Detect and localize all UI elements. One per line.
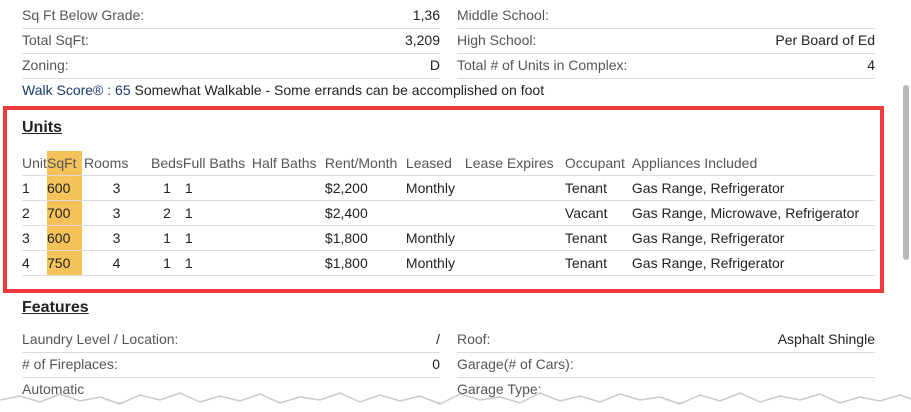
walk-score-link[interactable]: Walk Score® : 65 bbox=[22, 82, 131, 98]
col-header-sqft: SqFt bbox=[47, 151, 82, 176]
units-header-row: Unit SqFt Rooms Beds Full Baths Half Bat… bbox=[22, 151, 875, 176]
scrollbar-thumb[interactable] bbox=[903, 85, 909, 260]
cell-lease-expires bbox=[464, 200, 565, 226]
walk-score: Walk Score® : 65 Somewhat Walkable - Som… bbox=[22, 82, 544, 98]
detail-row: Zoning: D bbox=[22, 53, 440, 79]
feature-label: # of Fireplaces: bbox=[22, 356, 118, 372]
cell-rent: $1,800 bbox=[324, 225, 406, 251]
cell-rooms: 4 bbox=[82, 250, 151, 276]
cell-full-baths: 1 bbox=[182, 200, 252, 226]
torn-edge-top bbox=[0, 0, 911, 7]
cell-occupant: Tenant bbox=[564, 225, 632, 251]
feature-row: # of Fireplaces: 0 bbox=[22, 352, 440, 378]
detail-label: High School: bbox=[457, 32, 537, 48]
col-header-full-baths: Full Baths bbox=[182, 155, 246, 171]
detail-label: Total SqFt: bbox=[22, 32, 89, 48]
feature-label: Garage(# of Cars): bbox=[457, 356, 574, 372]
cell-full-baths: 1 bbox=[182, 175, 252, 201]
detail-label: Zoning: bbox=[22, 57, 69, 73]
cell-sqft: 700 bbox=[47, 200, 82, 226]
cell-rooms: 3 bbox=[82, 175, 151, 201]
cell-leased: Monthly bbox=[405, 225, 465, 251]
cell-unit: 2 bbox=[22, 200, 47, 226]
detail-value: 4 bbox=[867, 57, 875, 73]
cell-unit: 3 bbox=[22, 225, 47, 251]
torn-edge-bottom bbox=[0, 392, 911, 412]
cell-unit: 1 bbox=[22, 175, 47, 201]
cell-sqft: 750 bbox=[47, 250, 82, 276]
units-table: Unit SqFt Rooms Beds Full Baths Half Bat… bbox=[22, 151, 875, 276]
table-row: 3 600 3 1 1 $1,800 Monthly Tenant Gas Ra… bbox=[22, 225, 875, 251]
cell-appliances: Gas Range, Microwave, Refrigerator bbox=[631, 200, 875, 226]
detail-value: Per Board of Ed bbox=[775, 32, 875, 48]
table-row: 4 750 4 1 1 $1,800 Monthly Tenant Gas Ra… bbox=[22, 250, 875, 276]
units-section-title: Units bbox=[22, 119, 62, 136]
cell-appliances: Gas Range, Refrigerator bbox=[631, 250, 875, 276]
col-header-beds: Beds bbox=[151, 155, 183, 171]
feature-label: Laundry Level / Location: bbox=[22, 331, 179, 347]
feature-value: 0 bbox=[432, 356, 440, 372]
detail-value: D bbox=[429, 57, 440, 73]
feature-value: Asphalt Shingle bbox=[777, 331, 875, 347]
cell-occupant: Tenant bbox=[564, 175, 632, 201]
detail-label: Total # of Units in Complex: bbox=[457, 57, 628, 73]
cell-beds: 2 bbox=[151, 200, 183, 226]
cell-rooms: 3 bbox=[82, 225, 151, 251]
cell-occupant: Vacant bbox=[564, 200, 632, 226]
feature-value: / bbox=[436, 331, 440, 347]
detail-row: Total # of Units in Complex: 4 bbox=[457, 53, 875, 79]
cell-rent: $1,800 bbox=[324, 250, 406, 276]
col-header-half-baths: Half Baths bbox=[251, 155, 317, 171]
feature-row: Laundry Level / Location: / bbox=[22, 327, 440, 353]
cell-beds: 1 bbox=[151, 250, 183, 276]
table-row: 1 600 3 1 1 $2,200 Monthly Tenant Gas Ra… bbox=[22, 175, 875, 201]
cell-rent: $2,400 bbox=[324, 200, 406, 226]
cell-beds: 1 bbox=[151, 225, 183, 251]
col-header-rent: Rent/Month bbox=[324, 155, 398, 171]
detail-value: 3,209 bbox=[404, 32, 440, 48]
cell-unit: 4 bbox=[22, 250, 47, 276]
cell-half-baths bbox=[251, 175, 325, 201]
cell-sqft: 600 bbox=[47, 225, 82, 251]
col-header-unit: Unit bbox=[22, 155, 47, 171]
col-header-appliances: Appliances Included bbox=[631, 155, 758, 171]
col-header-leased: Leased bbox=[405, 155, 452, 171]
col-header-rooms: Rooms bbox=[84, 155, 129, 171]
col-header-lease-expires: Lease Expires bbox=[464, 155, 554, 171]
feature-row: Garage(# of Cars): bbox=[457, 352, 875, 378]
cell-sqft: 600 bbox=[47, 175, 82, 201]
cell-half-baths bbox=[251, 225, 325, 251]
detail-row: Total SqFt: 3,209 bbox=[22, 28, 440, 54]
cell-appliances: Gas Range, Refrigerator bbox=[631, 175, 875, 201]
cell-leased bbox=[405, 200, 465, 226]
table-row: 2 700 3 2 1 $2,400 Vacant Gas Range, Mic… bbox=[22, 200, 875, 226]
listing-details-page: Sq Ft Below Grade: 1,36 Total SqFt: 3,20… bbox=[0, 0, 911, 412]
cell-lease-expires bbox=[464, 225, 565, 251]
feature-row: Roof: Asphalt Shingle bbox=[457, 327, 875, 353]
cell-beds: 1 bbox=[151, 175, 183, 201]
cell-rooms: 3 bbox=[82, 200, 151, 226]
cell-full-baths: 1 bbox=[182, 225, 252, 251]
cell-appliances: Gas Range, Refrigerator bbox=[631, 225, 875, 251]
cell-leased: Monthly bbox=[405, 250, 465, 276]
features-section-title: Features bbox=[22, 299, 89, 316]
feature-label: Roof: bbox=[457, 331, 491, 347]
walk-score-text: Somewhat Walkable - Some errands can be … bbox=[130, 82, 545, 98]
col-header-occupant: Occupant bbox=[564, 155, 625, 171]
cell-full-baths: 1 bbox=[182, 250, 252, 276]
cell-lease-expires bbox=[464, 250, 565, 276]
cell-leased: Monthly bbox=[405, 175, 465, 201]
cell-half-baths bbox=[251, 200, 325, 226]
cell-rent: $2,200 bbox=[324, 175, 406, 201]
cell-occupant: Tenant bbox=[564, 250, 632, 276]
cell-half-baths bbox=[251, 250, 325, 276]
detail-row: High School: Per Board of Ed bbox=[457, 28, 875, 54]
cell-lease-expires bbox=[464, 175, 565, 201]
